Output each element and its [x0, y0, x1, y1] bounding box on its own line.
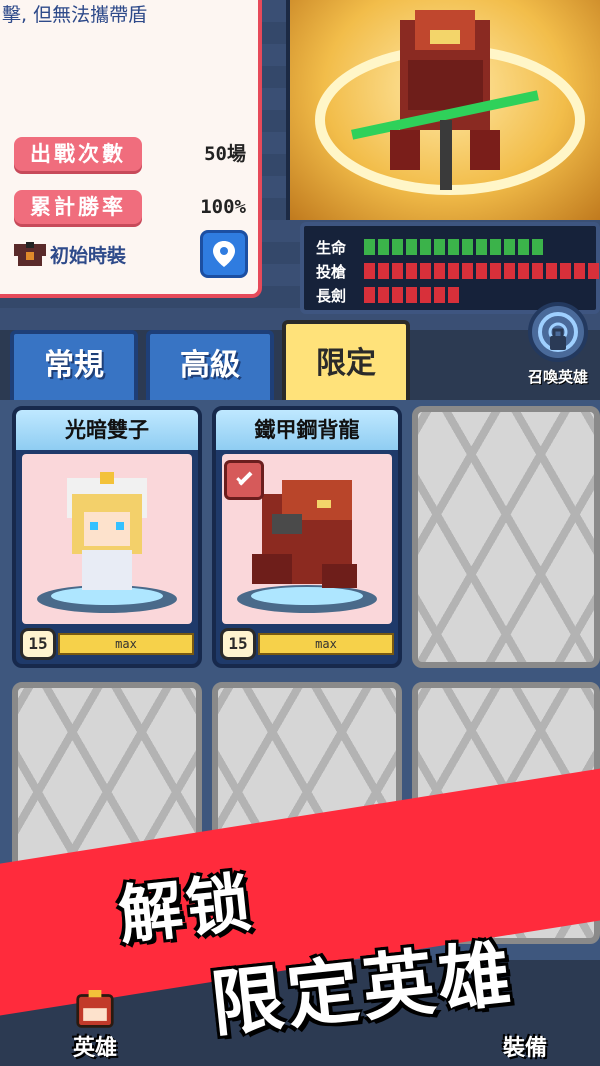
stat-bar-cell [392, 239, 403, 255]
stat-bar [364, 287, 459, 303]
costume-label: 初始時裝 [50, 244, 127, 267]
hero-showcase [286, 0, 600, 220]
stat-bar-cell [462, 263, 473, 279]
costume-row[interactable]: 初始時裝 [14, 236, 126, 272]
stat-row-life: 生命 [316, 236, 543, 258]
nav-heroes-label: 英雄 [72, 1036, 117, 1061]
bottom-navigation: 英雄 裝備 [0, 990, 600, 1066]
hero-info-card: 擊, 但無法攜帶盾 出戰次數 50場 累計勝率 100% 初始時裝 [0, 0, 262, 298]
tab-limited[interactable]: 限定 [282, 320, 410, 402]
stat-bar-cell [406, 263, 417, 279]
hero-sprite [37, 472, 177, 613]
hero-sprite [315, 10, 585, 195]
stat-bar-cell [406, 239, 417, 255]
sword-icon [236, 471, 253, 486]
level-badge: 15 [20, 628, 56, 660]
stat-bar [364, 263, 599, 279]
stat-row-javelin: 投槍 [316, 260, 599, 282]
stat-bar-cell [490, 239, 501, 255]
tab-advanced[interactable]: 高級 [146, 330, 274, 402]
stat-bar-cell [392, 263, 403, 279]
stat-bar-cell [448, 263, 459, 279]
stat-bar-cell [448, 239, 459, 255]
hero-level-row: 15 max [220, 628, 394, 660]
level-badge: 15 [220, 628, 256, 660]
stat-bar-cell [434, 239, 445, 255]
location-button[interactable] [200, 230, 248, 278]
battles-label: 出戰次數 [14, 137, 142, 171]
hero-description: 擊, 但無法攜帶盾 [2, 4, 148, 26]
stat-bar-cell [378, 263, 389, 279]
stat-bar-cell [420, 287, 431, 303]
hero-card-light-dark-twins[interactable]: 光暗雙子 15 max [12, 406, 202, 668]
stat-bar-cell [364, 263, 375, 279]
stat-bar-cell [406, 287, 417, 303]
stat-bar-cell [364, 239, 375, 255]
stat-bar-cell [378, 287, 389, 303]
hero-level-row: 15 max [20, 628, 194, 660]
stat-bar-cell [588, 263, 599, 279]
stat-bar-cell [532, 239, 543, 255]
empty-hero-slot[interactable] [412, 406, 600, 668]
stat-bar-cell [490, 263, 501, 279]
stat-bar-cell [532, 263, 543, 279]
stat-label: 長劍 [316, 286, 347, 305]
hero-category-tabs: 常規 高級 限定 [0, 320, 600, 402]
battles-value: 50場 [204, 143, 246, 165]
stat-label: 投槍 [316, 262, 347, 281]
weapon-type-badge [224, 460, 264, 500]
stat-bar-cell [560, 263, 571, 279]
winrate-value: 100% [200, 196, 246, 218]
stat-bar-cell [364, 287, 375, 303]
location-pin-icon [213, 241, 235, 267]
hero-name: 光暗雙子 [16, 410, 198, 450]
armor-icon [14, 242, 46, 266]
winrate-label: 累計勝率 [14, 190, 142, 224]
level-bar: max [58, 633, 194, 655]
nav-equipment-label: 裝備 [502, 1036, 547, 1061]
level-bar: max [258, 633, 394, 655]
stat-bar-cell [378, 239, 389, 255]
stat-bar-cell [574, 263, 585, 279]
stat-bar-cell [392, 287, 403, 303]
tab-regular[interactable]: 常規 [10, 330, 138, 402]
stat-row-sword: 長劍 [316, 284, 459, 306]
stat-bar-cell [420, 239, 431, 255]
stat-bar-cell [420, 263, 431, 279]
stat-bar-cell [504, 239, 515, 255]
hero-portrait [22, 454, 192, 624]
stat-bar-cell [434, 287, 445, 303]
hero-card-iron-dragon[interactable]: 鐵甲鋼背龍 15 max [212, 406, 402, 668]
stat-label: 生命 [316, 238, 347, 257]
stat-bar-cell [448, 287, 459, 303]
stat-bar [364, 239, 543, 255]
hero-helmet-icon [76, 990, 114, 1028]
stat-bar-cell [434, 263, 445, 279]
stat-bar-cell [476, 263, 487, 279]
stat-bar-cell [462, 239, 473, 255]
promo-line-1: 解锁 [115, 866, 259, 954]
stat-bar-cell [518, 239, 529, 255]
stat-bar-cell [476, 239, 487, 255]
hero-name: 鐵甲鋼背龍 [216, 410, 398, 450]
stat-bar-cell [504, 263, 515, 279]
stat-bar-cell [518, 263, 529, 279]
stat-bar-cell [546, 263, 557, 279]
nav-heroes[interactable]: 英雄 [30, 990, 160, 1066]
nav-equipment[interactable]: 裝備 [460, 990, 590, 1066]
